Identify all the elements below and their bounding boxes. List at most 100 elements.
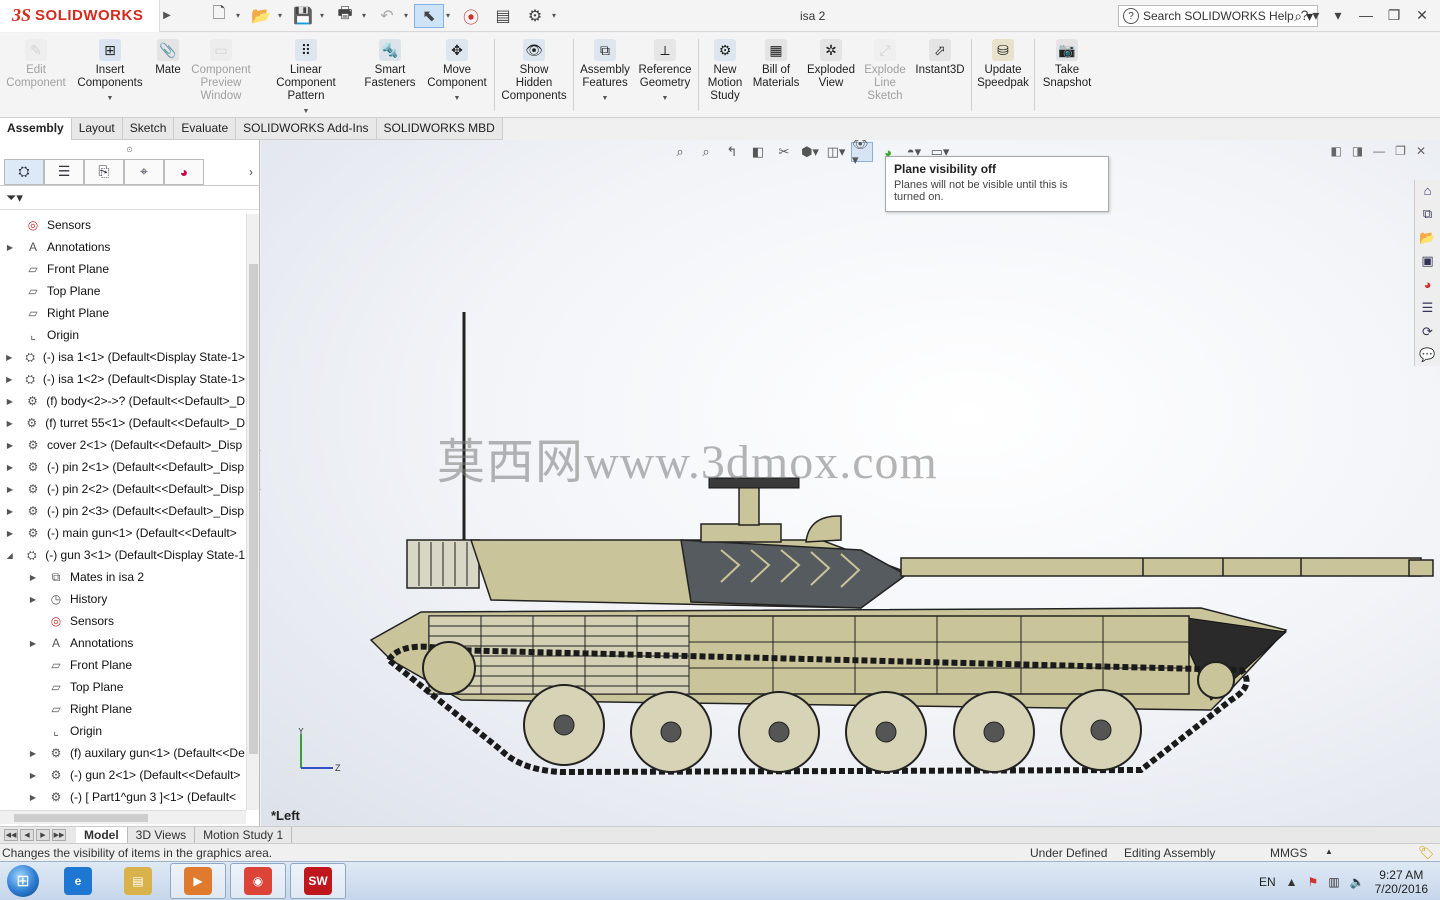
filter-icon[interactable]: ⏷▾ (6, 190, 23, 206)
tree-expander-icon[interactable]: ▶ (27, 793, 39, 802)
save-icon[interactable]: 💾 (288, 4, 318, 28)
tree-item[interactable]: ▱ Right Plane (0, 698, 245, 720)
taskbar-app-solidworks-2016[interactable]: SW (290, 863, 346, 899)
restore-icon[interactable]: ❐ (1382, 4, 1406, 26)
tab-solidworks-mbd[interactable]: SOLIDWORKS MBD (376, 118, 503, 140)
tab-assembly[interactable]: Assembly (0, 118, 72, 140)
options-gear-icon[interactable]: ⚙ (520, 4, 550, 28)
take-snapshot-button[interactable]: 📷 Take Snapshot (1037, 39, 1097, 90)
new-dropdown-arrow[interactable]: ▾ (236, 11, 244, 20)
configuration-manager-icon[interactable]: ⎘ (84, 158, 124, 185)
tree-item[interactable]: ▱ Top Plane (0, 280, 245, 302)
mate-button[interactable]: 📎 Mate (148, 39, 188, 77)
tab-layout[interactable]: Layout (71, 118, 123, 140)
tree-expander-icon[interactable]: ▶ (27, 639, 39, 648)
close-icon[interactable]: ✕ (1410, 4, 1434, 26)
clock[interactable]: 9:27 AM 7/20/2016 (1375, 868, 1428, 896)
tree-item[interactable]: ⌞ Origin (0, 324, 245, 346)
tree-item[interactable]: ◎ Sensors (0, 610, 245, 632)
tree-item[interactable]: ▶ ⚙ (-) pin 2<1> (Default<<Default>_Disp (0, 456, 245, 478)
tree-expander-icon[interactable]: ▶ (4, 397, 16, 406)
search-placeholder[interactable]: Search SOLIDWORKS Help (1143, 9, 1294, 23)
graphics-area[interactable]: ⌕ ⌕ ↰ ◧ ✂ ⬢▾ ◫▾ 👁▾ ◕ ◓▾ ▭▾ ◧ ◨ — ❐ ✕ Pla… (261, 140, 1440, 826)
tree-expander-icon[interactable]: ▶ (4, 375, 14, 384)
tree-expander-icon[interactable]: ▶ (4, 243, 16, 252)
open-dropdown-arrow[interactable]: ▾ (278, 11, 286, 20)
tab-model[interactable]: Model (76, 827, 128, 843)
network-icon[interactable]: ▥ (1328, 875, 1339, 889)
tree-expander-icon[interactable]: ▶ (4, 353, 14, 362)
tree-filter-row[interactable]: ⏷▾ (0, 186, 259, 210)
smart-fasteners-button[interactable]: 🔩 Smart Fasteners (358, 39, 422, 90)
component-preview-window-button[interactable]: ▭ Component Preview Window (188, 39, 254, 103)
tree-item[interactable]: ▶ ⚙ (-) pin 2<2> (Default<<Default>_Disp (0, 478, 245, 500)
tree-item[interactable]: ▱ Right Plane (0, 302, 245, 324)
file-properties-icon[interactable]: ▤ (488, 4, 518, 28)
select-pointer-icon[interactable]: ⬉ (414, 3, 444, 28)
display-manager-icon[interactable]: ◕ (164, 158, 204, 185)
panel-more-chevron-icon[interactable]: › (249, 165, 253, 179)
instant3d-button[interactable]: ⬀ Instant3D (911, 39, 969, 77)
insert-components-button[interactable]: ⊞ Insert Components ▼ (72, 39, 148, 105)
assembly-features-dropdown-arrow[interactable]: ▼ (602, 92, 609, 105)
action-center-icon[interactable]: ⚑ (1308, 875, 1319, 889)
units-dropdown-arrow[interactable]: ▲ (1325, 847, 1333, 856)
new-document-icon[interactable]: 🗋 (204, 4, 234, 28)
options-dropdown-arrow[interactable]: ▾ (552, 11, 560, 20)
first-tab-icon[interactable]: ◀◀ (4, 829, 18, 841)
tree-item[interactable]: ▶ ⚙ (-) [ Part1^gun 3 ]<1> (Default< (0, 786, 245, 808)
tree-horizontal-scrollbar[interactable] (0, 810, 246, 824)
tree-expander-icon[interactable]: ▶ (4, 485, 16, 494)
start-button[interactable]: ⊞ (0, 862, 46, 900)
move-component-button[interactable]: ✥ Move Component ▼ (422, 39, 492, 105)
tree-item[interactable]: ▱ Top Plane (0, 676, 245, 698)
bill-of-materials-button[interactable]: ▦ Bill of Materials (749, 39, 803, 90)
taskbar-app-file-explorer[interactable]: ▤ (110, 863, 166, 899)
tree-expander-icon[interactable]: ▶ (27, 595, 39, 604)
save-dropdown-arrow[interactable]: ▾ (320, 11, 328, 20)
property-manager-icon[interactable]: ☰ (44, 158, 84, 185)
next-tab-icon[interactable]: ▶ (36, 829, 50, 841)
tree-expander-icon[interactable]: ▶ (4, 441, 16, 450)
tree-item[interactable]: ◢ ⛭ (-) gun 3<1> (Default<Display State-1 (0, 544, 245, 566)
tree-item[interactable]: ▶ ⚙ cover 2<1> (Default<<Default>_Disp (0, 434, 245, 456)
tree-expander-icon[interactable]: ▶ (27, 749, 39, 758)
tree-item[interactable]: ▱ Front Plane (0, 258, 245, 280)
explode-line-sketch-button[interactable]: ⤢ Explode Line Sketch (859, 39, 911, 103)
scrollbar-thumb[interactable] (14, 814, 148, 822)
tab-motion-study-1[interactable]: Motion Study 1 (195, 827, 293, 843)
tree-item[interactable]: ▶ ⛭ (-) isa 1<1> (Default<Display State-1> (0, 346, 245, 368)
help-search-box[interactable]: ? Search SOLIDWORKS Help ⌕ ▾ (1118, 5, 1318, 27)
select-dropdown-arrow[interactable]: ▾ (446, 11, 454, 20)
tree-item[interactable]: ⌞ Origin (0, 720, 245, 742)
insert-components-dropdown-arrow[interactable]: ▼ (107, 92, 114, 105)
units-selector[interactable]: MMGS (1270, 846, 1307, 860)
tree-item[interactable]: ▶ ◷ History (0, 588, 245, 610)
last-tab-icon[interactable]: ▶▶ (52, 829, 66, 841)
input-language[interactable]: EN (1259, 875, 1276, 889)
tree-expander-icon[interactable]: ▶ (4, 463, 16, 472)
rebuild-traffic-light-icon[interactable]: ⦿ (456, 4, 486, 28)
update-speedpak-button[interactable]: ⛁ Update Speedpak (974, 39, 1032, 90)
menu-expand-arrow[interactable]: ▶ (160, 0, 174, 32)
tree-item[interactable]: ▶ ⚙ (-) pin 2<3> (Default<<Default>_Disp (0, 500, 245, 522)
reference-geometry-dropdown-arrow[interactable]: ▼ (662, 92, 669, 105)
reference-geometry-button[interactable]: ⟂ Reference Geometry ▼ (634, 39, 696, 105)
taskbar-app-internet-explorer[interactable]: e (50, 863, 106, 899)
pin-dropdown-icon[interactable]: ▾ (1326, 4, 1350, 26)
dimxpert-manager-icon[interactable]: ⌖ (124, 158, 164, 185)
tree-item[interactable]: ▶ ⚙ (f) auxilary gun<1> (Default<<De (0, 742, 245, 764)
print-icon[interactable]: 🖶 (330, 4, 360, 28)
tags-icon[interactable]: 🏷 (1418, 845, 1435, 861)
print-dropdown-arrow[interactable]: ▾ (362, 11, 370, 20)
exploded-view-button[interactable]: ✲ Exploded View (803, 39, 859, 90)
taskbar-app-media-player[interactable]: ▶ (170, 863, 226, 899)
volume-icon[interactable]: 🔈 (1350, 875, 1365, 889)
undo-icon[interactable]: ↶ (372, 4, 402, 28)
tab-solidworks-add-ins[interactable]: SOLIDWORKS Add-Ins (236, 118, 377, 140)
tab-sketch[interactable]: Sketch (122, 118, 175, 140)
taskbar-app-chrome[interactable]: ◉ (230, 863, 286, 899)
help-icon[interactable]: ? ▾ (1298, 4, 1322, 26)
undo-dropdown-arrow[interactable]: ▾ (404, 11, 412, 20)
tree-vertical-scrollbar[interactable] (246, 214, 259, 810)
